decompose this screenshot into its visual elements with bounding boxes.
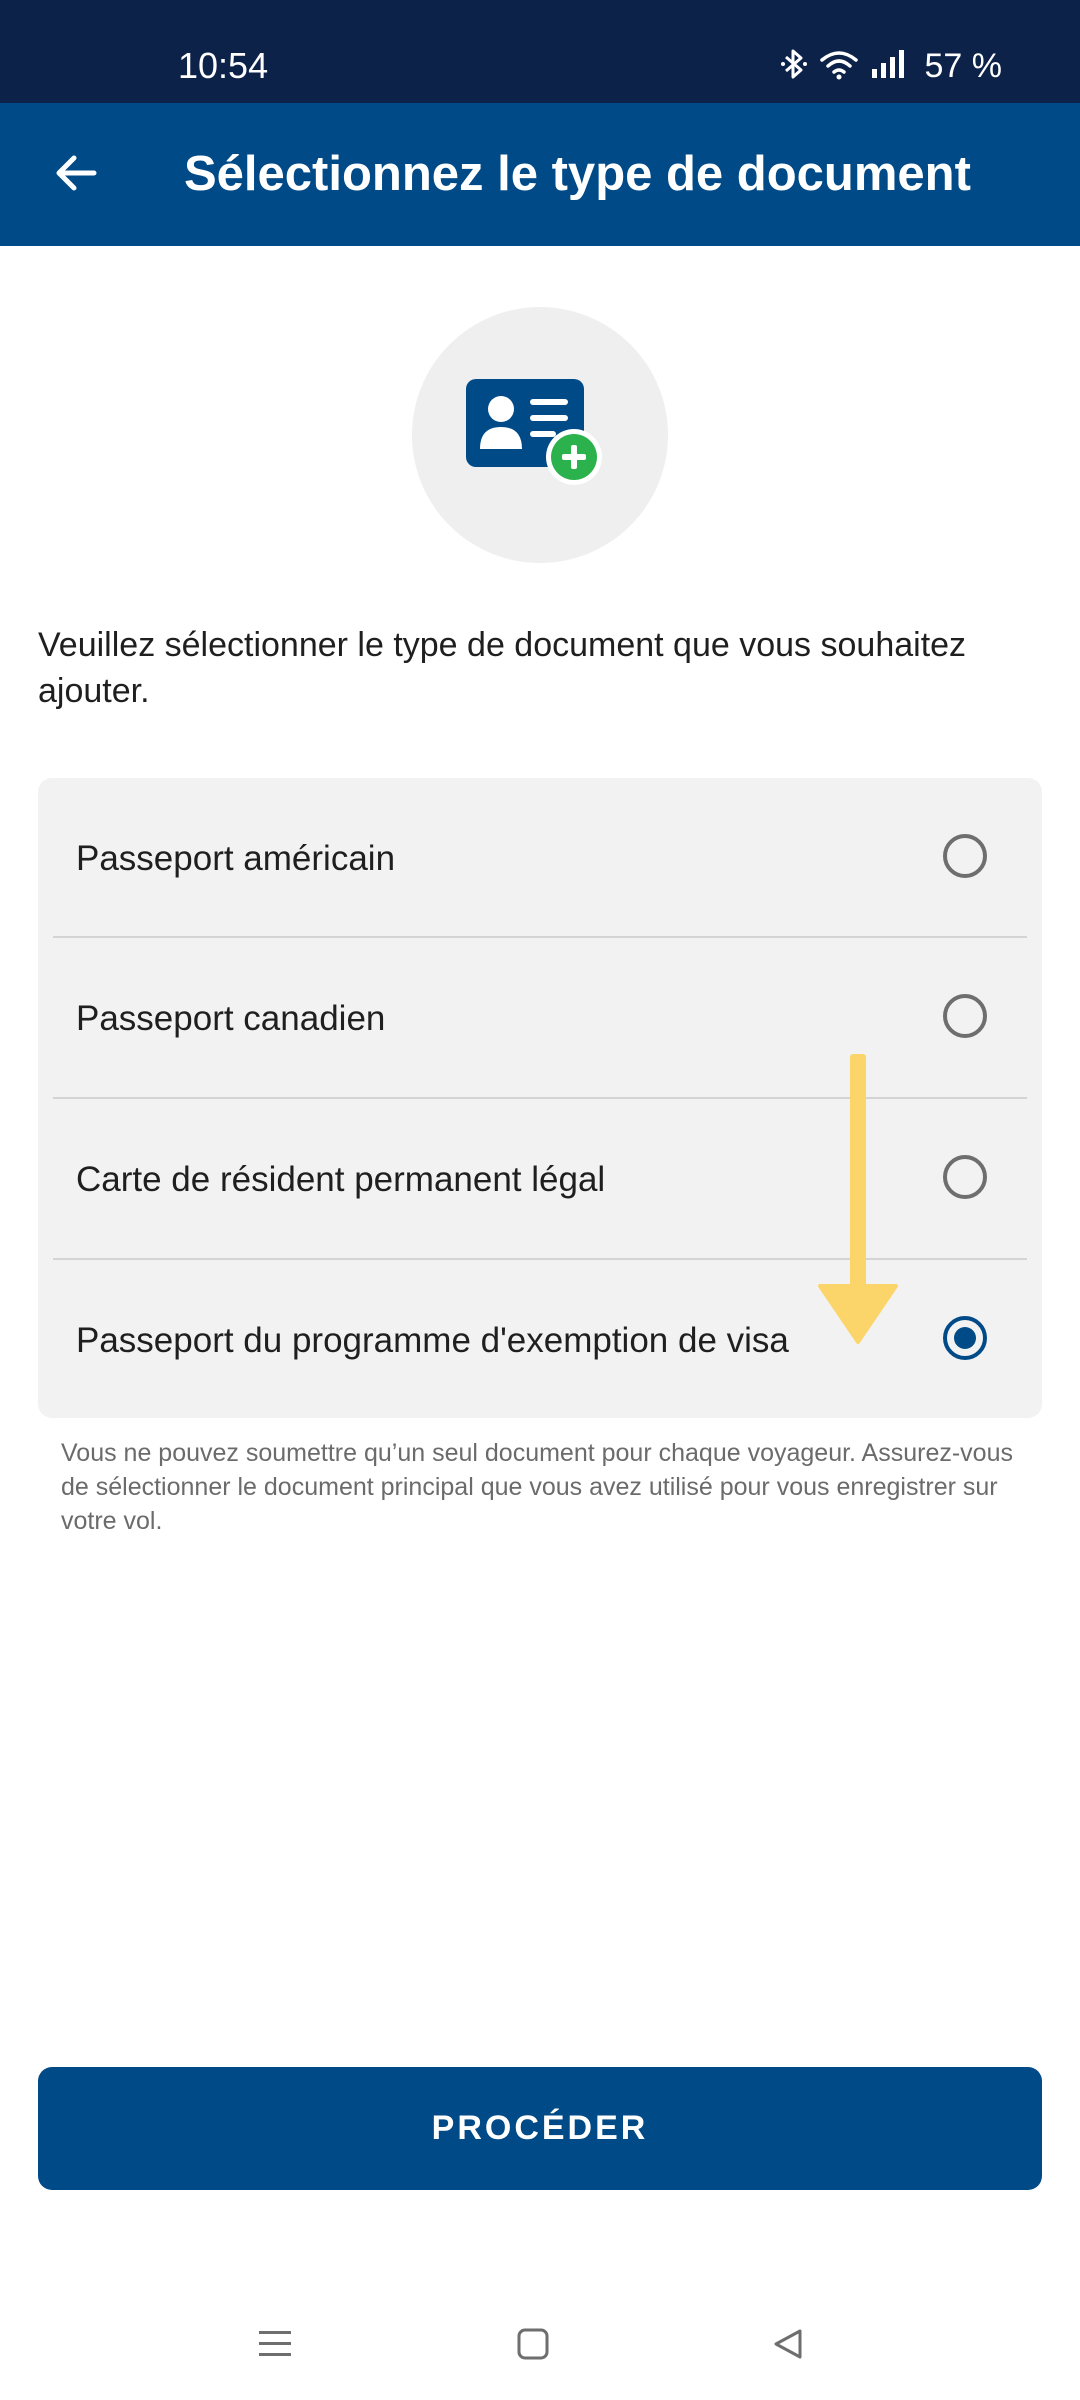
id-card-add-icon [466, 379, 602, 485]
status-time: 10:54 [178, 45, 269, 86]
option-label: Passeport canadien [76, 999, 386, 1038]
instruction-text: Veuillez sélectionner le type de documen… [38, 626, 967, 710]
option-label: Carte de résident permanent légal [76, 1160, 606, 1199]
proceed-button[interactable]: PROCÉDER [38, 2067, 1042, 2190]
radio-button[interactable] [943, 994, 987, 1038]
status-icons: 57 % [780, 44, 1003, 88]
status-bar: 10:54 57 % [0, 0, 1080, 103]
home-icon [517, 2328, 549, 2360]
option-label: Passeport américain [76, 839, 396, 878]
back-button[interactable] [36, 135, 116, 215]
signal-icon [871, 49, 907, 84]
home-button[interactable] [503, 2314, 563, 2374]
app-bar: Sélectionnez le type de document [0, 103, 1080, 246]
hero-illustration [412, 307, 668, 563]
back-arrow-icon [54, 153, 98, 198]
page-title: Sélectionnez le type de document [184, 147, 971, 201]
radio-button-selected[interactable] [943, 1316, 987, 1360]
system-back-button[interactable] [758, 2314, 818, 2374]
annotation-arrow-icon [818, 1054, 898, 1351]
recent-apps-icon [259, 2331, 291, 2356]
battery-level: 57 % [924, 47, 1003, 85]
option-label: Passeport du programme d'exemption de vi… [76, 1321, 789, 1360]
option-us-passport[interactable]: Passeport américain [38, 778, 1042, 939]
radio-button[interactable] [943, 834, 987, 878]
back-triangle-icon [774, 2329, 802, 2359]
radio-button[interactable] [943, 1155, 987, 1199]
system-nav-bar [0, 2290, 1080, 2400]
bluetooth-icon [780, 48, 807, 85]
recent-apps-button[interactable] [245, 2314, 305, 2374]
helper-text: Vous ne pouvez soumettre qu’un seul docu… [61, 1439, 1013, 1535]
wifi-icon [819, 48, 859, 85]
